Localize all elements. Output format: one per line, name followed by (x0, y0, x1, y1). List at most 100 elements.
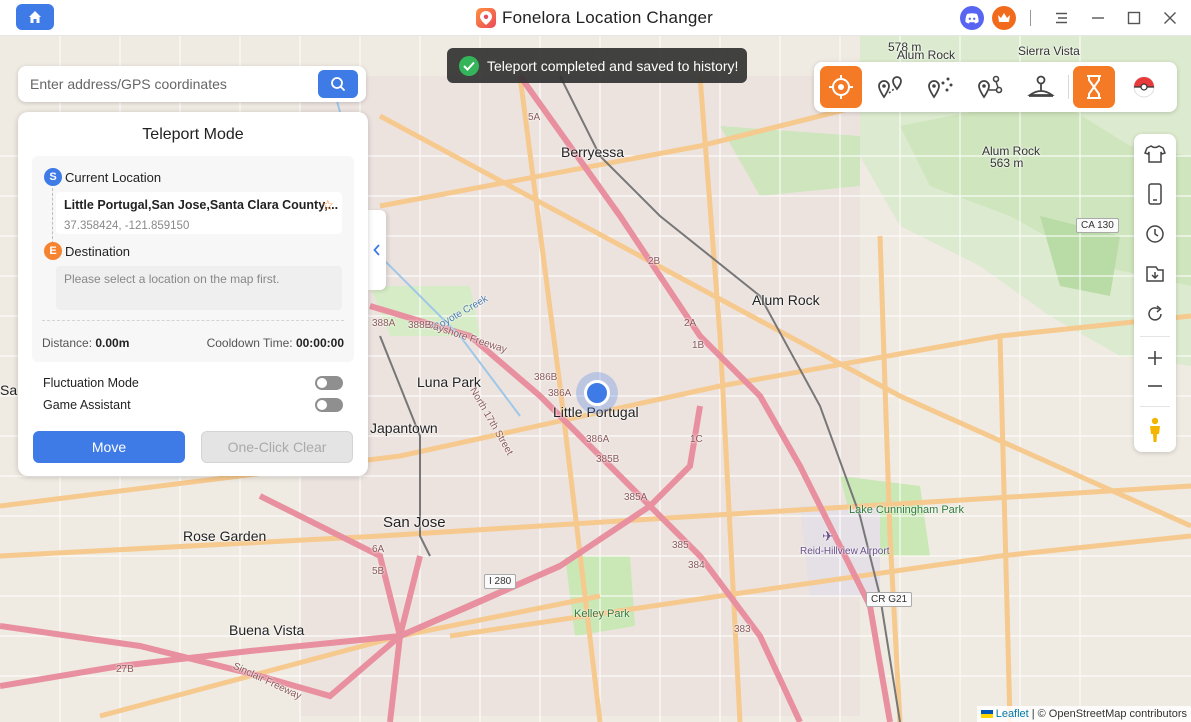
fluctuation-mode-label: Fluctuation Mode (43, 376, 139, 390)
search-icon (331, 77, 345, 91)
right-toolbar (1134, 134, 1176, 452)
menu-button[interactable] (1051, 7, 1073, 29)
street-view-button[interactable] (1134, 412, 1176, 448)
exit-2b: 2B (648, 256, 661, 267)
history-button[interactable] (1134, 216, 1176, 252)
map-label-rose-garden: Rose Garden (183, 528, 267, 544)
cooldown-label: Cooldown Time: (206, 336, 293, 350)
history-icon (1146, 225, 1164, 243)
exit-385: 385 (672, 540, 689, 551)
success-toast: Teleport completed and saved to history! (447, 48, 747, 83)
cooldown-timer-button[interactable] (1073, 66, 1115, 108)
leaflet-link[interactable]: Leaflet (996, 708, 1029, 720)
route-nodes-icon (978, 75, 1003, 99)
import-icon (1146, 266, 1164, 282)
current-location-pin[interactable] (576, 372, 618, 414)
shield-i280: I 280 (484, 574, 517, 589)
exit-386a-2: 386A (586, 434, 610, 445)
fluctuation-mode-toggle[interactable] (315, 376, 343, 390)
game-assistant-toggle[interactable] (315, 398, 343, 412)
map-label-alum-rock: Alum Rock (752, 292, 820, 308)
outfit-button[interactable] (1134, 136, 1176, 172)
crown-icon[interactable] (992, 6, 1016, 30)
import-button[interactable] (1134, 256, 1176, 292)
check-circle-icon (459, 55, 479, 76)
one-click-clear-button[interactable]: One-Click Clear (201, 431, 353, 463)
map-label-berryessa: Berryessa (561, 144, 625, 160)
maximize-button[interactable] (1123, 7, 1145, 29)
panel-collapse-button[interactable] (368, 210, 386, 290)
current-location-coords: 37.358424, -121.859150 (64, 220, 190, 232)
exit-386b: 386B (534, 372, 558, 383)
map-label-reid-hillview: Reid-Hillview Airport (800, 546, 890, 557)
distance-label: Distance: (42, 336, 93, 350)
exit-388a: 388A (372, 318, 396, 329)
favorite-star-icon[interactable]: ☆ (321, 197, 334, 214)
search-bar (18, 66, 366, 102)
phone-icon (1148, 183, 1162, 205)
app-window: Fonelora Location Changer Berryessa Alum… (0, 0, 1191, 722)
map-label-sa: Sa (0, 382, 18, 398)
panel-title: Teleport Mode (142, 126, 244, 143)
discord-icon[interactable] (960, 6, 984, 30)
map-label-buena-vista: Buena Vista (229, 622, 305, 638)
multi-spot-mode-button[interactable] (920, 66, 962, 108)
current-location-dot (584, 380, 610, 406)
close-button[interactable] (1159, 7, 1181, 29)
exit-5a: 5A (528, 112, 541, 123)
pokeball-button[interactable] (1123, 66, 1165, 108)
home-button[interactable] (16, 4, 54, 30)
mode-separator (1068, 75, 1069, 99)
map-label-alum-rock-top: Alum Rock (897, 48, 956, 62)
teleport-panel: Teleport Mode S Current Location Little … (18, 112, 368, 476)
destination-field[interactable]: Please select a location on the map firs… (56, 266, 342, 310)
shield-crg21: CR G21 (866, 592, 913, 607)
app-logo-icon (476, 8, 496, 28)
teleport-mode-button[interactable] (820, 66, 862, 108)
distance-value: 0.00m (95, 336, 130, 350)
minimize-button[interactable] (1087, 7, 1109, 29)
current-location-box: Little Portugal,San Jose,Santa Clara Cou… (56, 192, 342, 234)
end-badge: E (44, 242, 62, 260)
exit-388b: 388B (408, 320, 432, 331)
zoom-in-icon (1148, 351, 1162, 365)
hourglass-icon (1087, 75, 1101, 99)
exit-2a: 2A (684, 318, 697, 329)
route-dash-line (52, 188, 53, 244)
exit-385b: 385B (596, 454, 620, 465)
street-view-icon (1150, 417, 1160, 442)
two-pins-icon (878, 76, 902, 99)
refresh-icon (1148, 305, 1162, 321)
cooldown-value: 00:00:00 (295, 336, 344, 350)
map-label-sierra-vista: Sierra Vista (1018, 44, 1080, 58)
move-button[interactable]: Move (33, 431, 185, 463)
shirt-icon (1144, 145, 1166, 163)
exit-5b: 5B (372, 566, 385, 577)
map-label-japantown: Japantown (370, 420, 438, 436)
search-input[interactable] (30, 74, 320, 94)
device-button[interactable] (1134, 176, 1176, 212)
search-button[interactable] (318, 70, 358, 98)
app-title: Fonelora Location Changer (502, 8, 714, 27)
shield-ca130: CA 130 (1076, 218, 1119, 233)
title-separator (1030, 10, 1031, 26)
destination-placeholder: Please select a location on the map firs… (64, 272, 280, 286)
maximize-icon (1127, 11, 1141, 25)
refresh-button[interactable] (1134, 296, 1176, 332)
chevron-left-icon (373, 244, 380, 256)
exit-386a: 386A (548, 388, 572, 399)
start-badge: S (44, 168, 62, 186)
ukraine-flag-icon (980, 710, 993, 718)
crosshair-icon (829, 75, 853, 99)
exit-383: 383 (734, 624, 751, 635)
airport-icon: ✈ (822, 528, 834, 544)
joystick-mode-button[interactable] (1020, 66, 1062, 108)
current-location-name: Little Portugal,San Jose,Santa Clara Cou… (64, 198, 339, 212)
exit-27b: 27B (116, 664, 134, 675)
location-card: S Current Location Little Portugal,San J… (32, 156, 354, 362)
close-icon (1164, 12, 1176, 24)
exit-1c: 1C (690, 434, 703, 445)
two-spot-mode-button[interactable] (870, 66, 912, 108)
zoom-out-button[interactable] (1134, 368, 1176, 404)
joystick-route-mode-button[interactable] (970, 66, 1012, 108)
